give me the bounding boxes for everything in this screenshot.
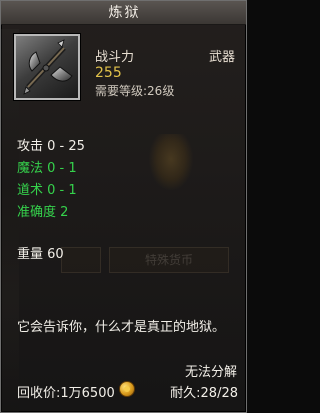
item-type: 武器 [208,50,235,65]
background-item-icon [149,134,193,190]
item-tooltip: 特殊货币 炼狱 战斗力 武器 255 需要等级:26级 攻击 0 - 25 魔法… [0,0,247,413]
combat-power-value: 255 [95,65,122,81]
recycle-price: 回收价:1万6500 [17,386,115,401]
combat-power-label: 战斗力 [95,50,135,65]
item-icon-slot [14,34,80,100]
level-requirement: 需要等级:26级 [95,84,175,98]
stat-taoism: 道术 0 - 1 [17,183,77,198]
item-description: 它会告诉你，什么才是真正的地狱。 [17,320,226,335]
gold-coin-icon [119,381,135,397]
background-button-strip: 特殊货币 [61,247,236,277]
item-weight: 重量 60 [17,247,64,262]
durability: 耐久:28/28 [170,386,238,401]
stat-accuracy: 准确度 2 [17,205,69,220]
stat-attack: 攻击 0 - 25 [17,139,85,154]
decompose-status: 无法分解 [184,365,237,380]
item-title: 炼狱 [1,1,246,25]
background-button-left [61,247,101,273]
stat-magic: 魔法 0 - 1 [17,161,77,176]
background-button-special-currency: 特殊货币 [109,247,229,273]
battle-axe-icon [23,39,73,95]
